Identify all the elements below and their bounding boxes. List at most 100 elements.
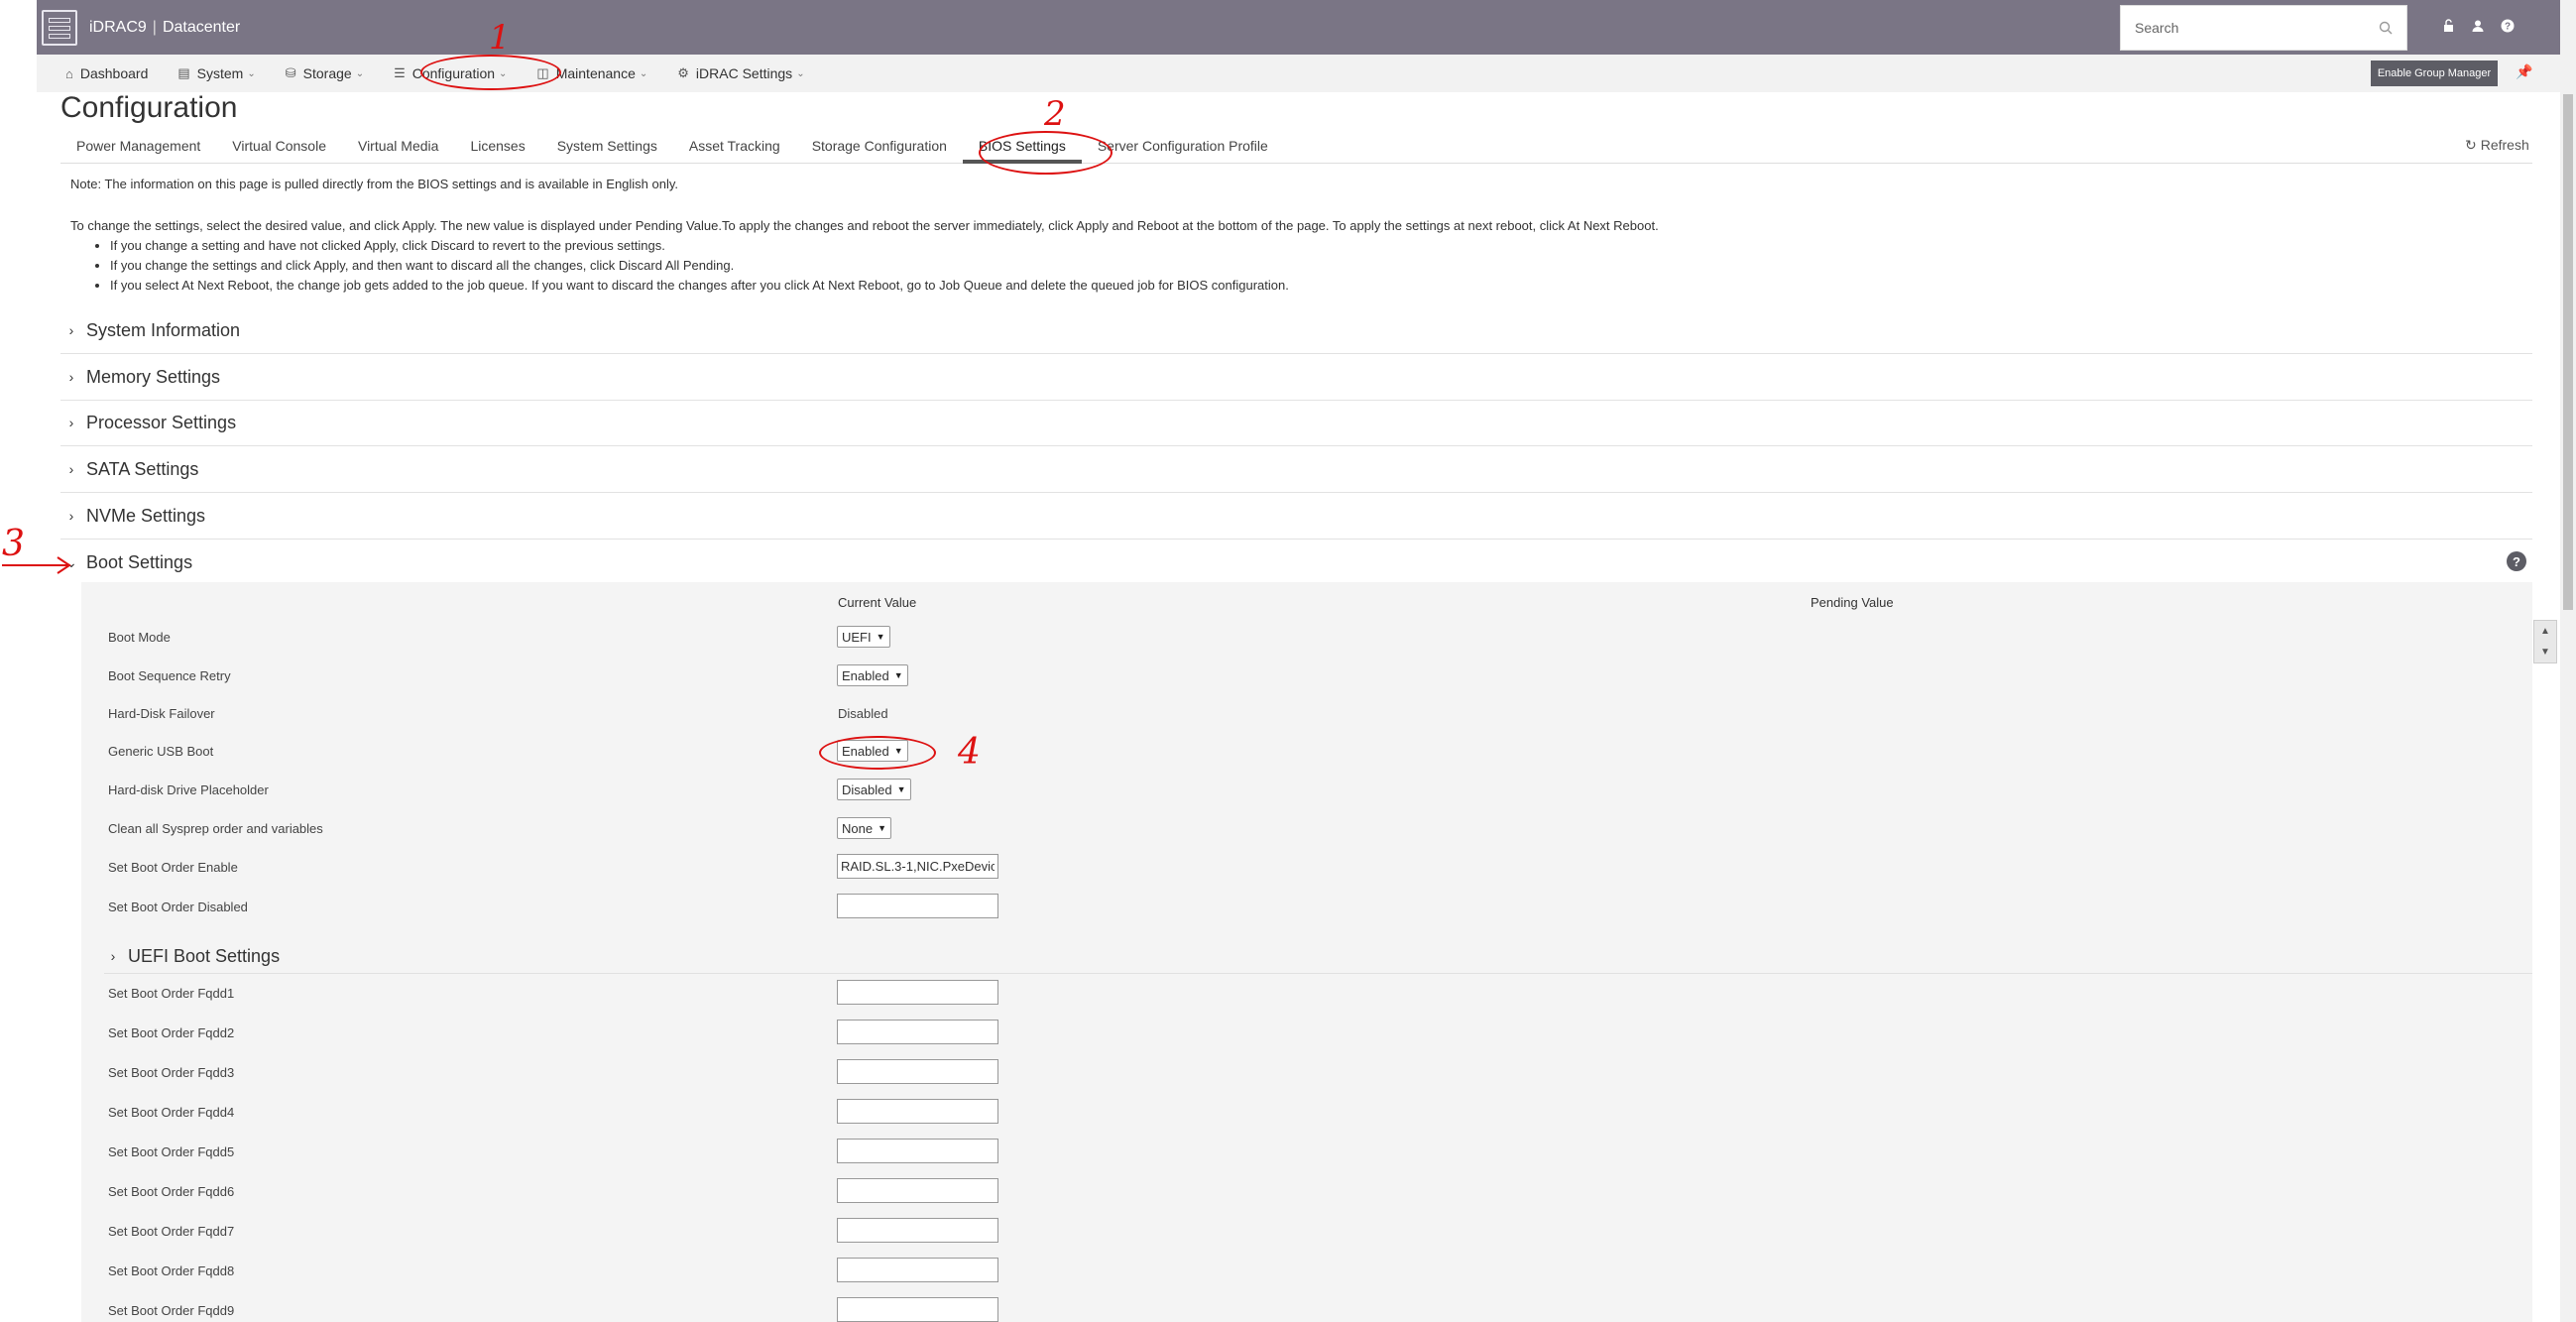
chevron-down-icon: ▼ <box>893 670 903 680</box>
chevron-down-icon: ⌄ <box>796 67 805 79</box>
chevron-right-icon: › <box>68 322 74 338</box>
section-boot-settings[interactable]: ⌄ Boot Settings <box>60 540 2532 586</box>
boot-sequence-retry-select[interactable]: Enabled ▼ <box>837 664 908 686</box>
chevron-right-icon: › <box>68 461 74 477</box>
hdd-placeholder-select[interactable]: Disabled ▼ <box>837 779 911 800</box>
section-nvme-settings[interactable]: › NVMe Settings <box>60 493 2532 540</box>
config-tabs: Power Management Virtual Console Virtual… <box>60 132 2532 164</box>
page-title: Configuration <box>60 91 238 124</box>
chevron-down-icon: ⌄ <box>355 67 365 79</box>
annotation-number: 1 <box>489 18 511 58</box>
section-sata-settings[interactable]: › SATA Settings <box>60 446 2532 493</box>
pending-value-header: Pending Value <box>1811 595 1894 610</box>
tab-storage-configuration[interactable]: Storage Configuration <box>796 132 963 164</box>
instr-term: Discard <box>430 238 475 253</box>
chevron-up-icon[interactable]: ▲ <box>2540 626 2550 637</box>
fqdd-label: Set Boot Order Fqdd2 <box>108 1025 235 1040</box>
unlock-icon[interactable] <box>2439 17 2457 35</box>
page-scrollbar-thumb[interactable] <box>2563 94 2573 610</box>
current-value-header: Current Value <box>838 595 917 610</box>
panel-scroll-control[interactable]: ▲ ▼ <box>2533 620 2557 663</box>
fqdd2-input[interactable] <box>837 1020 998 1044</box>
annotation-number: 2 <box>1044 94 1066 134</box>
brand-title: iDRAC9 | Datacenter <box>89 19 240 37</box>
bios-note: Note: The information on this page is pu… <box>70 177 679 191</box>
instr-text: To change the settings, select the desir… <box>70 218 403 233</box>
pin-icon[interactable]: 📌 <box>2516 63 2532 80</box>
hard-disk-failover-value: Disabled <box>838 706 888 721</box>
fqdd7-input[interactable] <box>837 1218 998 1243</box>
fqdd5-input[interactable] <box>837 1139 998 1163</box>
hard-disk-failover-label: Hard-Disk Failover <box>108 706 215 721</box>
instructions-list: If you change a setting and have not cli… <box>110 236 2500 296</box>
chevron-right-icon: › <box>68 508 74 524</box>
instr-term: Apply <box>363 238 396 253</box>
fqdd9-input[interactable] <box>837 1297 998 1322</box>
tab-server-configuration-profile[interactable]: Server Configuration Profile <box>1082 132 1284 164</box>
instr-term: Apply <box>402 218 434 233</box>
tab-licenses[interactable]: Licenses <box>454 132 540 164</box>
fqdd-label: Set Boot Order Fqdd9 <box>108 1303 235 1318</box>
home-icon: ⌂ <box>65 65 73 81</box>
set-boot-order-enable-label: Set Boot Order Enable <box>108 860 238 875</box>
tab-power-management[interactable]: Power Management <box>60 132 216 164</box>
generic-usb-boot-label: Generic USB Boot <box>108 744 214 759</box>
section-title: Memory Settings <box>86 366 221 387</box>
instr-term: Discard All Pending <box>618 258 731 273</box>
search-input[interactable] <box>2135 20 2379 36</box>
set-boot-order-enable-input[interactable] <box>837 854 998 879</box>
search-box[interactable] <box>2120 5 2407 51</box>
annotation-number: 4 <box>958 732 981 773</box>
section-processor-settings[interactable]: › Processor Settings <box>60 400 2532 446</box>
nav-dashboard[interactable]: ⌂ Dashboard <box>51 55 163 92</box>
user-icon[interactable] <box>2469 17 2487 35</box>
svg-text:?: ? <box>2505 22 2511 33</box>
instr-text: , click <box>395 238 431 253</box>
fqdd-label: Set Boot Order Fqdd5 <box>108 1144 235 1159</box>
database-icon: ⛁ <box>285 65 296 80</box>
instr-text: to revert to the previous settings. <box>474 238 665 253</box>
boot-sequence-retry-label: Boot Sequence Retry <box>108 668 231 683</box>
annotation-circle-generic-usb <box>819 736 936 770</box>
chevron-right-icon: › <box>68 369 74 385</box>
clean-sysprep-select[interactable]: None ▼ <box>837 817 891 839</box>
chevron-down-icon: ⌄ <box>247 67 256 79</box>
refresh-button[interactable]: ↻ Refresh <box>2465 137 2529 154</box>
uefi-boot-settings-section[interactable]: › UEFI Boot Settings <box>104 939 2532 974</box>
boot-mode-select[interactable]: UEFI ▼ <box>837 626 890 648</box>
fqdd-label: Set Boot Order Fqdd6 <box>108 1184 235 1199</box>
tab-virtual-console[interactable]: Virtual Console <box>216 132 342 164</box>
instr-text: . The new value is displayed under <box>433 218 636 233</box>
section-memory-settings[interactable]: › Memory Settings <box>60 354 2532 401</box>
chevron-down-icon[interactable]: ▼ <box>2540 647 2550 658</box>
fqdd1-input[interactable] <box>837 980 998 1005</box>
tab-asset-tracking[interactable]: Asset Tracking <box>673 132 796 164</box>
tab-virtual-media[interactable]: Virtual Media <box>342 132 454 164</box>
search-icon[interactable] <box>2379 21 2393 35</box>
fqdd8-input[interactable] <box>837 1258 998 1282</box>
enable-group-manager-button[interactable]: Enable Group Manager <box>2371 60 2498 86</box>
instructions-item: If you select At Next Reboot, the change… <box>110 276 2500 296</box>
section-system-information[interactable]: › System Information <box>60 307 2532 354</box>
instr-text: If you select <box>110 278 182 293</box>
instr-text: . <box>730 258 735 273</box>
fqdd4-input[interactable] <box>837 1099 998 1124</box>
fqdd3-input[interactable] <box>837 1059 998 1084</box>
boot-mode-label: Boot Mode <box>108 630 171 645</box>
brand-separator: | <box>152 18 157 36</box>
nav-system[interactable]: ▤ System ⌄ <box>163 55 270 92</box>
section-title: NVMe Settings <box>86 505 206 526</box>
section-title: Boot Settings <box>86 552 193 572</box>
nav-storage[interactable]: ⛁ Storage ⌄ <box>271 55 379 92</box>
fqdd6-input[interactable] <box>837 1178 998 1203</box>
set-boot-order-disabled-input[interactable] <box>837 894 998 918</box>
annotation-circle-bios-tab <box>979 131 1112 175</box>
instr-term: Apply <box>313 258 345 273</box>
gear-icon: ⚙ <box>677 65 689 80</box>
boot-help-icon[interactable]: ? <box>2507 551 2526 571</box>
context-name: Datacenter <box>162 18 241 36</box>
clean-sysprep-value: None <box>842 820 874 836</box>
tab-system-settings[interactable]: System Settings <box>541 132 673 164</box>
help-icon[interactable]: ? <box>2499 17 2517 35</box>
nav-idrac-settings[interactable]: ⚙ iDRAC Settings ⌄ <box>662 55 819 92</box>
